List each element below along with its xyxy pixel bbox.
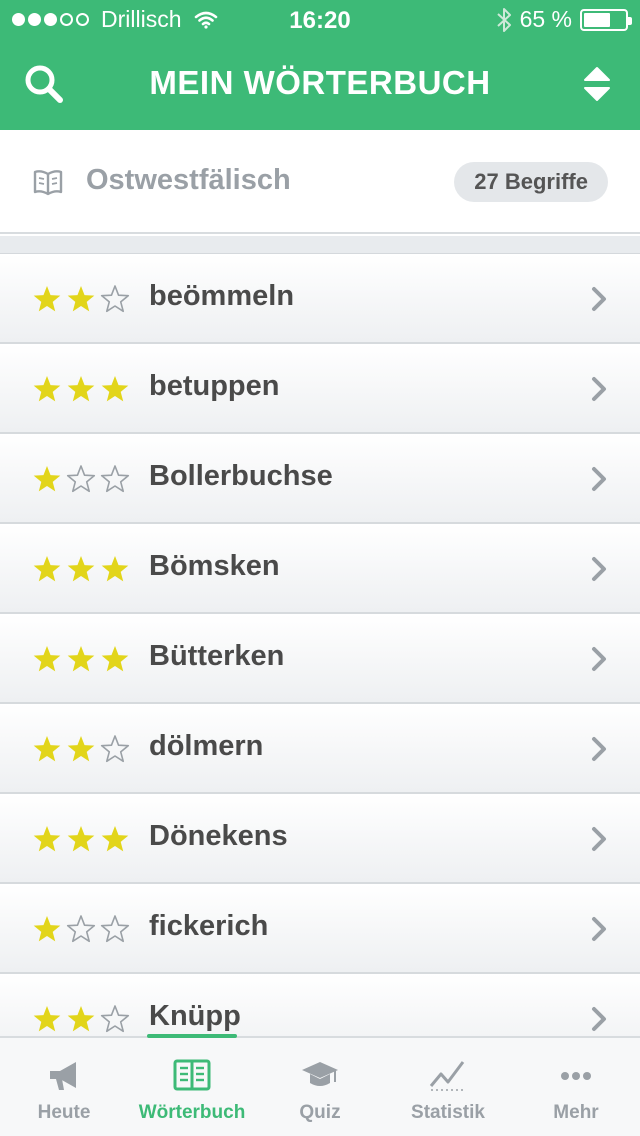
tab-label: Mehr	[553, 1102, 599, 1123]
star-filled-icon	[33, 466, 61, 492]
graduation-cap-icon	[302, 1062, 338, 1086]
star-filled-icon	[101, 556, 129, 582]
term-count-badge: 27 Begriffe	[454, 162, 608, 202]
list-item[interactable]: fickerich	[0, 884, 640, 974]
book-icon	[33, 170, 63, 196]
list-item[interactable]: Bütterken	[0, 614, 640, 704]
word-label: betuppen	[149, 370, 280, 402]
word-label: fickerich	[149, 910, 269, 942]
star-filled-icon	[33, 286, 61, 312]
star-empty-icon	[66, 465, 96, 493]
nav-bar: MEIN WÖRTERBUCH	[0, 40, 640, 130]
star-empty-icon	[100, 915, 130, 943]
star-filled-icon	[33, 1006, 61, 1032]
chart-line-icon	[429, 1061, 465, 1091]
chevron-right-icon	[592, 377, 606, 401]
star-rating	[31, 643, 131, 675]
list-item[interactable]: Bollerbuchse	[0, 434, 640, 524]
list-item[interactable]: Knüpp	[0, 974, 640, 1036]
star-filled-icon	[33, 916, 61, 942]
word-list: beömmeln betuppen Bollerbuchse Bömsken Bütte…	[0, 254, 640, 1036]
megaphone-icon	[50, 1062, 76, 1090]
star-rating	[31, 373, 131, 405]
star-filled-icon	[101, 646, 129, 672]
star-rating	[31, 553, 131, 585]
star-filled-icon	[67, 376, 95, 402]
star-filled-icon	[67, 646, 95, 672]
star-empty-icon	[66, 915, 96, 943]
status-bar: Drillisch 16:20 65 %	[0, 0, 640, 40]
tab-wörterbuch[interactable]: Wörterbuch	[128, 1038, 256, 1136]
list-item[interactable]: betuppen	[0, 344, 640, 434]
tab-bar: Heute Wörterbuch Quiz Statistik Mehr	[0, 1036, 640, 1136]
top-bar: Drillisch 16:20 65 % MEIN WÖRTERBUCH	[0, 0, 640, 130]
list-item[interactable]: dölmern	[0, 704, 640, 794]
star-rating	[31, 463, 131, 495]
dictionary-name: Ostwestfälisch	[86, 164, 291, 196]
list-item[interactable]: Dönekens	[0, 794, 640, 884]
tab-label: Wörterbuch	[138, 1102, 246, 1123]
tab-label: Statistik	[411, 1102, 485, 1123]
star-empty-icon	[100, 735, 130, 763]
tab-label: Heute	[37, 1102, 91, 1123]
star-filled-icon	[33, 556, 61, 582]
word-label: Bömsken	[149, 550, 280, 582]
star-filled-icon	[67, 826, 95, 852]
battery-percent: 65 %	[519, 6, 572, 32]
star-rating	[31, 733, 131, 765]
star-filled-icon	[33, 646, 61, 672]
active-tab-indicator	[147, 1034, 237, 1038]
chevron-right-icon	[592, 917, 606, 941]
chevron-right-icon	[592, 467, 606, 491]
star-rating	[31, 823, 131, 855]
star-rating	[31, 913, 131, 945]
tab-quiz[interactable]: Quiz	[256, 1038, 384, 1136]
star-empty-icon	[100, 465, 130, 493]
star-filled-icon	[33, 376, 61, 402]
chevron-right-icon	[592, 827, 606, 851]
chevron-right-icon	[592, 287, 606, 311]
word-label: Bütterken	[149, 640, 285, 672]
list-item[interactable]: Bömsken	[0, 524, 640, 614]
chevron-right-icon	[592, 557, 606, 581]
list-item[interactable]: beömmeln	[0, 254, 640, 344]
word-label: Knüpp	[149, 1000, 241, 1032]
book-icon	[173, 1059, 211, 1091]
star-filled-icon	[67, 1006, 95, 1032]
sort-icon[interactable]	[582, 64, 612, 104]
star-filled-icon	[33, 736, 61, 762]
star-filled-icon	[101, 376, 129, 402]
chevron-right-icon	[592, 1007, 606, 1031]
section-divider	[0, 236, 640, 254]
more-dots-icon	[561, 1072, 591, 1080]
star-rating	[31, 283, 131, 315]
tab-label: Quiz	[299, 1102, 341, 1123]
tab-statistik[interactable]: Statistik	[384, 1038, 512, 1136]
word-label: beömmeln	[149, 280, 295, 312]
status-right: 65 %	[496, 6, 632, 33]
star-rating	[31, 1003, 131, 1035]
bluetooth-icon	[496, 7, 511, 32]
chevron-right-icon	[592, 737, 606, 761]
chevron-right-icon	[592, 647, 606, 671]
star-filled-icon	[101, 826, 129, 852]
star-filled-icon	[33, 826, 61, 852]
star-empty-icon	[100, 285, 130, 313]
word-label: Bollerbuchse	[149, 460, 333, 492]
star-filled-icon	[67, 736, 95, 762]
battery-icon	[580, 8, 632, 31]
page-title: MEIN WÖRTERBUCH	[149, 64, 491, 101]
word-label: dölmern	[149, 730, 264, 762]
tab-mehr[interactable]: Mehr	[512, 1038, 640, 1136]
star-empty-icon	[100, 1005, 130, 1033]
word-label: Dönekens	[149, 820, 288, 852]
star-filled-icon	[67, 286, 95, 312]
tab-heute[interactable]: Heute	[0, 1038, 128, 1136]
dictionary-header[interactable]: Ostwestfälisch 27 Begriffe	[0, 130, 640, 234]
star-filled-icon	[67, 556, 95, 582]
